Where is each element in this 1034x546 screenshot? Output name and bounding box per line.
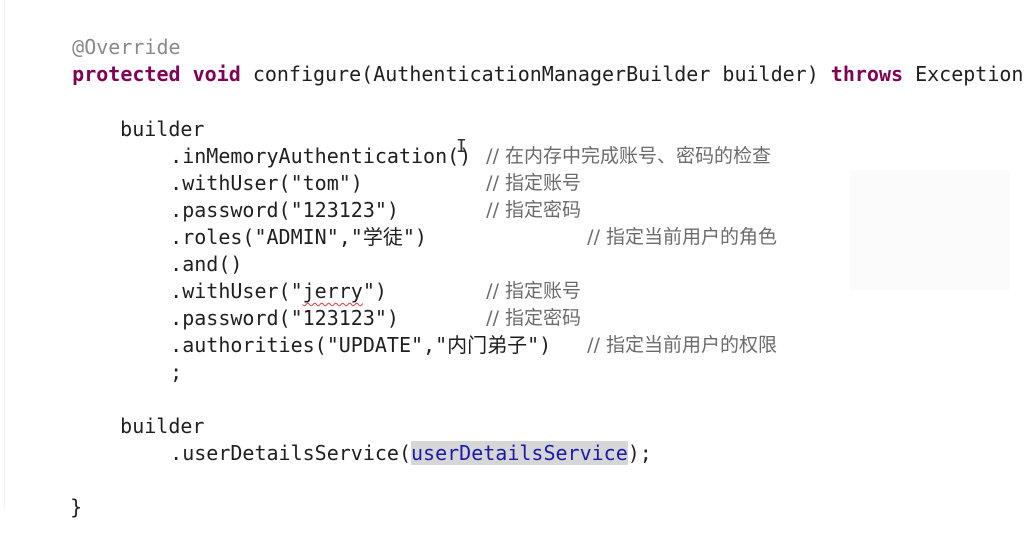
roles-line: .roles("ADMIN","学徒") <box>122 198 427 249</box>
in-memory-authentication-line: .inMemoryAuthentication() <box>122 117 471 168</box>
authorities-line: .authorities("UPDATE","内门弟子") <box>122 306 551 357</box>
builder-line-1: builder <box>72 90 204 141</box>
user-details-service-prefix: .userDetailsService( <box>170 441 411 465</box>
keyword-protected: protected <box>72 62 181 86</box>
code-editor[interactable]: @Override protected void configure(Authe… <box>0 0 1034 519</box>
comment-line-1: // 在内存中完成账号、密码的检查 <box>462 117 771 167</box>
user-details-service-line: .userDetailsService(userDetailsService); <box>122 414 652 465</box>
method-signature-line: protected void configure(AuthenticationM… <box>24 35 1034 86</box>
comment-line-4: // 指定当前用户的角色 <box>563 198 777 248</box>
closing-brace-line: } <box>22 468 82 519</box>
user-details-service-suffix: ); <box>627 441 652 465</box>
comment-authorities: // 指定当前用户的权限 <box>587 334 778 356</box>
semicolon-line: ; <box>122 333 182 384</box>
comment-line-5: // 指定账号 <box>462 252 581 302</box>
keyword-throws: throws <box>830 62 904 86</box>
text-cursor-icon: I <box>456 136 467 157</box>
comment-line-7: // 指定当前用户的权限 <box>563 306 777 356</box>
semicolon: ; <box>170 360 183 384</box>
with-user-jerry-line: .withUser("jerry") <box>122 252 387 303</box>
method-name: configure(AuthenticationManagerBuilder b… <box>252 62 831 86</box>
keyword-void: void <box>192 62 241 86</box>
background-smudge <box>850 170 1010 290</box>
password-line-2: .password("123123") <box>122 279 399 330</box>
annotation-line: @Override <box>24 8 180 59</box>
comment-role: // 指定当前用户的角色 <box>587 226 778 248</box>
comment-line-6: // 指定密码 <box>462 279 581 329</box>
builder-line-2: builder <box>72 387 204 438</box>
comment-line-2: // 指定账号 <box>462 144 581 194</box>
exception-type: Exception { <box>903 62 1034 86</box>
editor-gutter-line <box>4 0 5 508</box>
with-user-tom-line: .withUser("tom") <box>122 144 363 195</box>
closing-brace: } <box>70 495 83 519</box>
user-details-service-argument[interactable]: userDetailsService <box>411 441 628 465</box>
comment-line-3: // 指定密码 <box>462 171 581 221</box>
authorities-call: .authorities("UPDATE","内门弟子") <box>170 333 552 357</box>
and-line: .and() <box>122 225 242 276</box>
password-line-1: .password("123123") <box>122 171 399 222</box>
